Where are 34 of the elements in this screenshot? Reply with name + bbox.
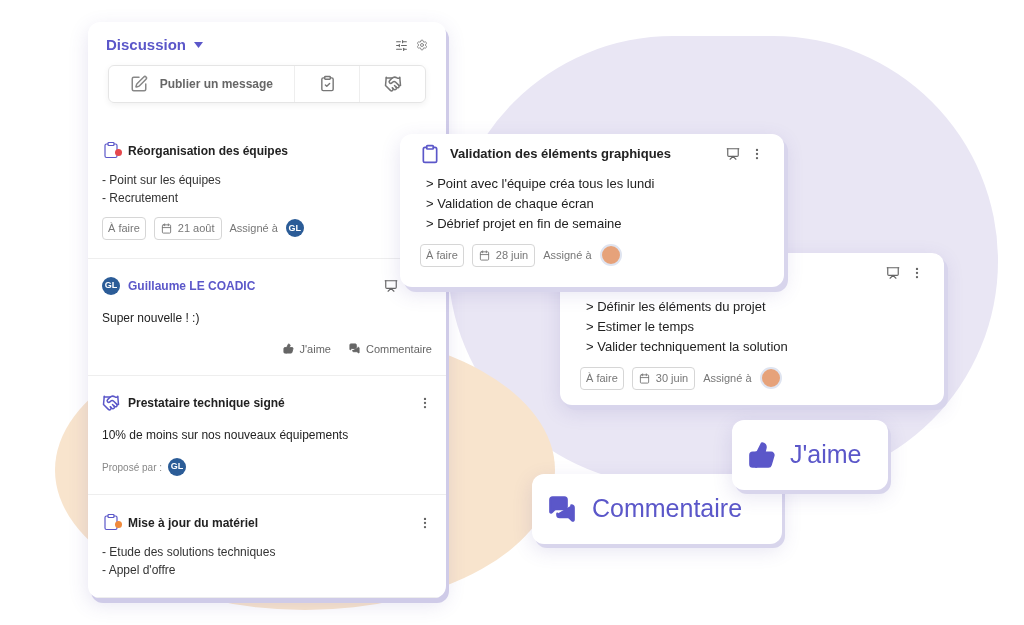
avatar: GL xyxy=(102,276,120,295)
task-title: Réorganisation des équipes xyxy=(128,143,290,160)
panel-title[interactable]: Discussion xyxy=(106,34,187,57)
card-line: > Valider techniquement la solution xyxy=(586,338,788,356)
task-line: - Recrutement xyxy=(102,190,179,207)
task-line: - Etude des solutions techniques xyxy=(102,544,276,561)
due-date-tag: 30 juin xyxy=(631,367,696,390)
status-tag: À faire xyxy=(420,244,464,267)
like-button[interactable]: J'aime xyxy=(282,340,331,357)
due-date-tag: 28 juin xyxy=(471,244,536,267)
task-line: - Point sur les équipes xyxy=(102,172,221,189)
assignee-label: Assigné à xyxy=(229,221,278,236)
publish-message-button[interactable]: Publier un message xyxy=(109,65,295,102)
card-line: > Point avec l'équipe créa tous les lundi xyxy=(426,175,655,193)
assignee-label: Assigné à xyxy=(543,248,592,263)
author-name[interactable]: Guillaume LE COADIC xyxy=(128,276,376,295)
proposer-label: Proposé par : xyxy=(102,460,163,475)
card-line: > Définir les éléments du projet xyxy=(586,298,766,316)
card-line: > Débrief projet en fin de semaine xyxy=(426,215,622,233)
avatar: GL xyxy=(168,458,187,476)
card-title: Validation des éléments graphiques xyxy=(450,145,672,164)
status-tag: À faire xyxy=(102,217,146,240)
task-line: - Appel d'offre xyxy=(102,562,176,579)
due-date-tag: 21 août xyxy=(153,217,222,240)
card-line: > Estimer le temps xyxy=(586,318,694,336)
avatar: GL xyxy=(285,219,304,238)
task-title: Mise à jour du matériel xyxy=(128,515,260,532)
comment-button[interactable]: Commentaire xyxy=(348,340,432,357)
deal-title: Prestataire technique signé xyxy=(128,395,286,412)
status-tag: À faire xyxy=(580,367,624,390)
deal-text: 10% de moins sur nos nouveaux équipements xyxy=(102,427,350,444)
card-line: > Validation de chaque écran xyxy=(426,195,594,213)
assignee-label: Assigné à xyxy=(703,371,752,386)
message-text: Super nouvelle ! :) xyxy=(102,309,201,327)
